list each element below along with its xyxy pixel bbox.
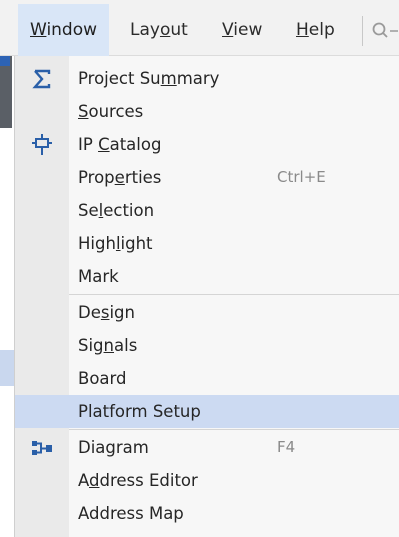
- menu-item-label: IP Catalog: [78, 135, 162, 154]
- menu-item-label: Address Map: [78, 504, 184, 523]
- menu-item-project-summary[interactable]: Project Summary: [15, 62, 399, 95]
- menu-item-mark[interactable]: Mark: [15, 260, 399, 293]
- menu-item-shortcut: Ctrl+E: [277, 168, 326, 186]
- menu-window-label: Window: [30, 20, 98, 40]
- search-icon: [372, 22, 398, 38]
- menu-item-label: Signals: [78, 336, 138, 355]
- diagram-icon: [25, 433, 59, 462]
- menu-view-label: View: [222, 20, 263, 40]
- menu-layout-label: Layout: [130, 20, 188, 40]
- menu-item-sources[interactable]: Sources: [15, 95, 399, 128]
- menu-help-label: Help: [296, 20, 335, 40]
- menubar-separator: [362, 16, 363, 46]
- menu-item-signals[interactable]: Signals: [15, 329, 399, 362]
- menu-item-properties[interactable]: Properties Ctrl+E: [15, 161, 399, 194]
- menu-item-address-map[interactable]: Address Map: [15, 497, 399, 530]
- menu-item-label: Address Editor: [78, 471, 198, 490]
- menu-item-label: Highlight: [78, 234, 153, 253]
- menu-item-diagram[interactable]: Diagram F4: [15, 431, 399, 464]
- menu-item-address-editor[interactable]: Address Editor: [15, 464, 399, 497]
- menu-item-selection[interactable]: Selection: [15, 194, 399, 227]
- screen: Window Layout View Help Project Summary S…: [0, 0, 399, 537]
- menu-item-label: Diagram: [78, 438, 149, 457]
- window-dropdown-menu: Project Summary Sources IP Catalog Properti…: [14, 56, 399, 537]
- background-panel-strip: [0, 56, 12, 128]
- menu-item-label: Project Summary: [78, 69, 220, 88]
- menu-bar: Window Layout View Help: [0, 0, 399, 56]
- menu-divider: [69, 294, 399, 295]
- menu-item-label: Properties: [78, 168, 162, 187]
- menu-divider: [69, 429, 399, 430]
- menu-item-design[interactable]: Design: [15, 296, 399, 329]
- menu-view[interactable]: View: [210, 4, 274, 56]
- menu-item-highlight[interactable]: Highlight: [15, 227, 399, 260]
- menu-item-label: Mark: [78, 267, 119, 286]
- menu-item-platform-setup[interactable]: Platform Setup: [15, 395, 399, 428]
- menu-help[interactable]: Help: [284, 4, 347, 56]
- menu-item-label: Selection: [78, 201, 155, 220]
- background-panel-tip: [0, 56, 10, 66]
- menu-item-label: Sources: [78, 102, 144, 121]
- menu-item-label: Board: [78, 369, 127, 388]
- sigma-icon: [25, 64, 59, 93]
- menu-item-shortcut: F4: [277, 438, 296, 456]
- menu-item-label: Platform Setup: [78, 402, 201, 421]
- menu-window[interactable]: Window: [18, 4, 110, 56]
- menu-item-ip-catalog[interactable]: IP Catalog: [15, 128, 399, 161]
- menu-item-board[interactable]: Board: [15, 362, 399, 395]
- menu-item-label: Design: [78, 303, 135, 322]
- quick-search[interactable]: [370, 18, 399, 44]
- ip-catalog-icon: [25, 130, 59, 159]
- background-selection-strip: [0, 350, 14, 386]
- menu-layout[interactable]: Layout: [118, 4, 200, 56]
